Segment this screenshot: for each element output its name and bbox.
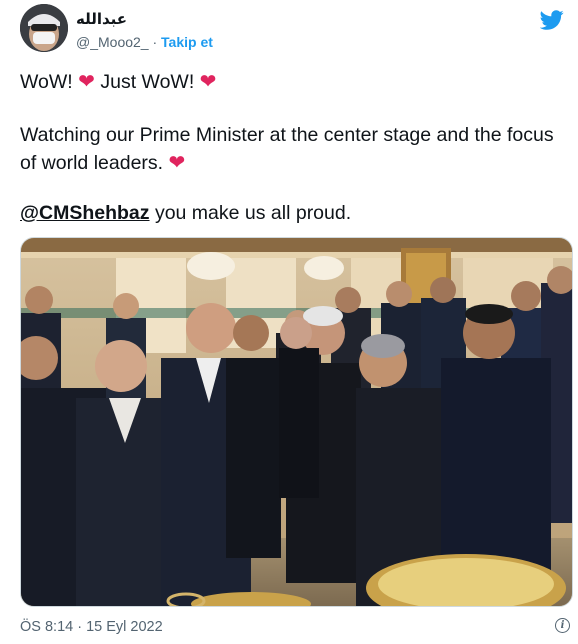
wow-text-1: WoW! xyxy=(20,71,73,93)
heart-icon: ❤ xyxy=(168,150,186,174)
tweet-timestamp[interactable]: ÖS 8:14 · 15 Eyl 2022 xyxy=(20,619,163,635)
info-icon[interactable]: i xyxy=(555,618,570,633)
tweet-paragraph-2: Watching our Prime Minister at the cente… xyxy=(20,122,565,177)
author-handle-row: @_Mooo2_ · Takip et xyxy=(76,34,213,50)
heart-icon: ❤ xyxy=(78,69,95,93)
follow-button[interactable]: Takip et xyxy=(161,34,213,50)
wow-text-2: Just WoW! xyxy=(100,71,195,93)
bird-logo-icon[interactable] xyxy=(540,8,564,32)
paragraph-2-text: Watching our Prime Minister at the cente… xyxy=(20,124,554,174)
tweet-card: عبدالله @_Mooo2_ · Takip et WoW! ❤ Just … xyxy=(0,0,578,644)
avatar[interactable] xyxy=(20,4,68,52)
tweet-paragraph-3: @CMShehbaz you make us all proud. xyxy=(20,200,351,227)
tweet-photo[interactable] xyxy=(20,237,573,607)
author-display-name[interactable]: عبدالله xyxy=(76,10,127,28)
avatar-image xyxy=(20,4,68,52)
author-handle[interactable]: @_Mooo2_ xyxy=(76,34,149,50)
photo-illustration xyxy=(21,238,572,606)
paragraph-3-text: you make us all proud. xyxy=(149,202,352,224)
tweet-line-1: WoW! ❤ Just WoW! ❤ xyxy=(20,68,216,96)
mention-link[interactable]: @CMShehbaz xyxy=(20,202,150,224)
heart-icon: ❤ xyxy=(199,69,217,93)
separator: · xyxy=(152,34,158,50)
